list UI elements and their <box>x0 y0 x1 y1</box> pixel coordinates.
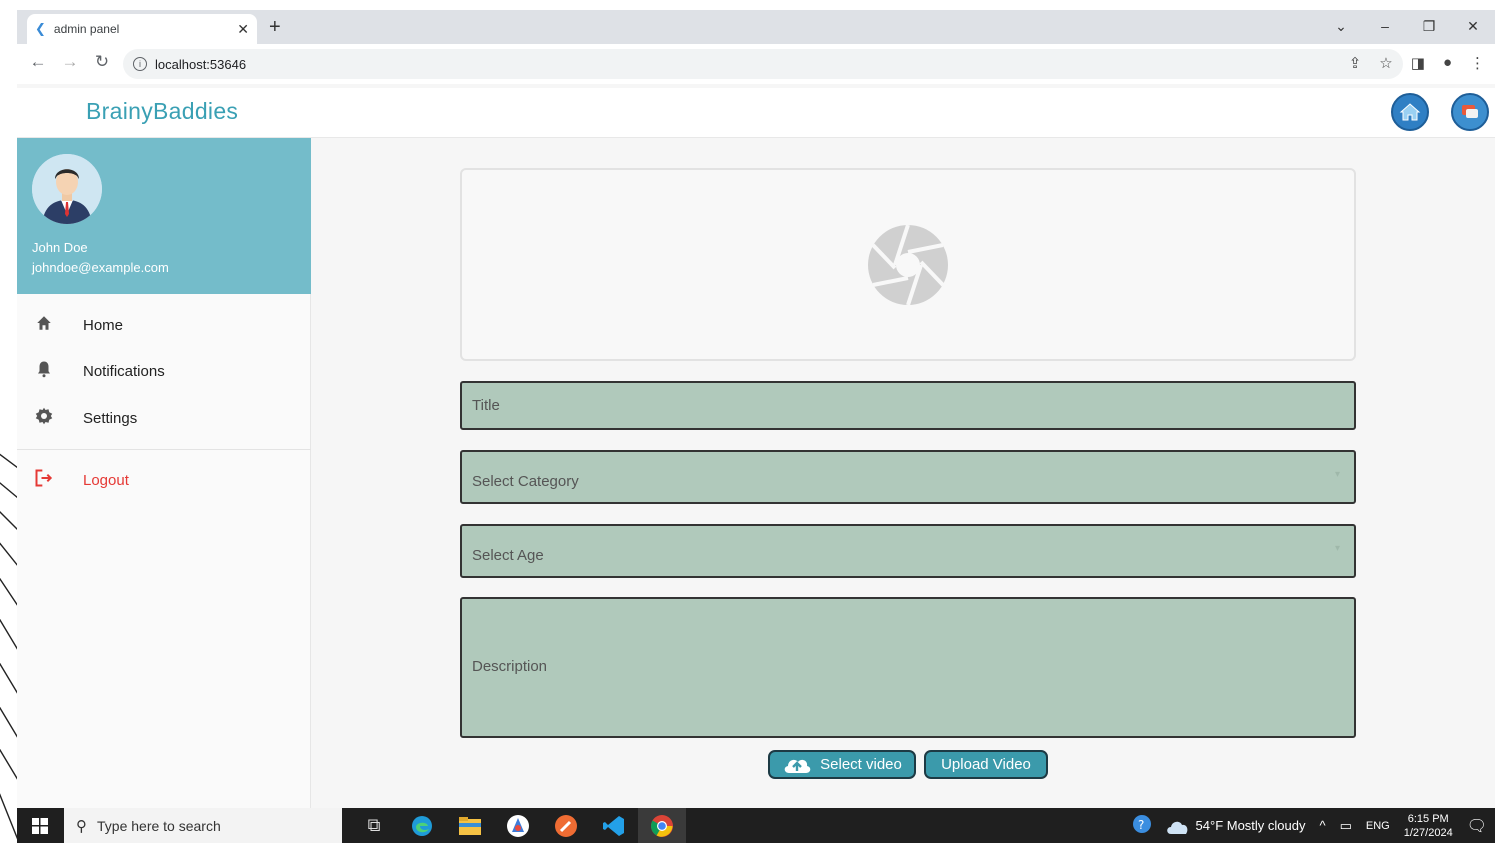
sidebar-item-label: Home <box>83 316 124 334</box>
home-button[interactable] <box>1391 93 1429 131</box>
task-view-icon[interactable]: ⧉ <box>350 808 398 843</box>
start-button[interactable] <box>17 808 63 843</box>
age-placeholder: Select Age <box>472 547 544 564</box>
clock-date: 1/27/2024 <box>1403 826 1453 839</box>
select-video-button[interactable]: Select video <box>768 750 916 779</box>
brand-title: BrainyBaddies <box>86 98 239 124</box>
edge-icon[interactable] <box>398 808 446 843</box>
minimize-button[interactable]: – <box>1363 14 1407 38</box>
language-indicator[interactable]: ENG <box>1366 820 1390 832</box>
sidebar-item-label: Notifications <box>83 362 165 380</box>
toolbar-icons: ⇪ ☆ ◨ ● ⋮ <box>1349 54 1485 72</box>
tray-chevron-icon[interactable]: ^ <box>1320 818 1326 833</box>
menu-kebab-icon[interactable]: ⋮ <box>1470 54 1485 72</box>
category-select[interactable]: Select Category ▾ <box>460 450 1356 504</box>
upload-video-label: Upload Video <box>941 756 1031 773</box>
home-icon <box>17 314 67 337</box>
postman-icon[interactable] <box>542 808 590 843</box>
url-bar[interactable]: i localhost:53646 <box>123 49 1403 79</box>
sidebar-user-header: John Doe johndoe@example.com <box>17 138 311 294</box>
forward-icon[interactable]: → <box>59 52 81 72</box>
flutter-favicon-icon: ❮ <box>35 21 46 36</box>
chevron-down-icon: ▾ <box>1334 543 1340 554</box>
svg-text:?: ? <box>1138 818 1144 832</box>
share-icon[interactable]: ⇪ <box>1349 54 1362 72</box>
select-video-label: Select video <box>820 756 902 773</box>
logout-label: Logout <box>83 471 129 489</box>
browser-window: ❮ admin panel ✕ + ⌄ – ❐ ✕ ← → ↻ i localh… <box>17 10 1495 843</box>
user-name: John Doe <box>32 240 88 255</box>
close-tab-icon[interactable]: ✕ <box>237 21 249 38</box>
sidebar-item-notifications[interactable]: Notifications <box>17 350 311 392</box>
tab-title: admin panel <box>53 22 120 36</box>
site-info-icon[interactable]: i <box>133 57 147 71</box>
sidebar: John Doe johndoe@example.com Home Notifi… <box>17 138 311 808</box>
taskbar-clock[interactable]: 6:15 PM 1/27/2024 <box>1404 812 1453 840</box>
chat-icon <box>1462 105 1478 118</box>
bell-icon <box>17 360 67 383</box>
sidebar-item-settings[interactable]: Settings <box>17 397 311 439</box>
battery-icon[interactable]: ▭ <box>1340 818 1352 834</box>
notification-center-icon[interactable]: 🗨 <box>1467 816 1487 836</box>
help-icon[interactable]: ? <box>1132 814 1152 837</box>
taskbar-search[interactable]: ⚲ Type here to search <box>64 808 342 843</box>
app-bar: BrainyBaddies <box>17 88 1495 138</box>
back-icon[interactable]: ← <box>27 52 49 72</box>
weather-widget[interactable]: 54°F Mostly cloudy <box>1166 817 1306 835</box>
title-placeholder: Title <box>472 397 500 414</box>
file-explorer-icon[interactable] <box>446 808 494 843</box>
browser-tab[interactable]: ❮ admin panel ✕ <box>27 14 257 44</box>
gear-icon <box>17 407 67 430</box>
bookmark-star-icon[interactable]: ☆ <box>1379 54 1392 72</box>
close-window-button[interactable]: ✕ <box>1451 14 1495 38</box>
chevron-down-icon: ▾ <box>1334 469 1340 480</box>
app-launcher-icon[interactable] <box>494 808 542 843</box>
sidebar-item-label: Settings <box>83 409 138 427</box>
address-bar-row: ← → ↻ i localhost:53646 ⇪ ☆ ◨ ● ⋮ <box>17 44 1495 84</box>
vscode-icon[interactable] <box>590 808 638 843</box>
clock-time: 6:15 PM <box>1407 812 1449 825</box>
cloud-icon <box>1166 821 1187 834</box>
search-icon: ⚲ <box>76 817 87 835</box>
title-input[interactable]: Title <box>460 381 1356 430</box>
side-panel-icon[interactable]: ◨ <box>1411 54 1425 72</box>
left-edge-decoration <box>0 440 18 843</box>
cloud-upload-icon <box>784 759 811 773</box>
sidebar-item-logout[interactable]: Logout <box>17 459 311 501</box>
nav-buttons: ← → ↻ <box>27 52 113 72</box>
upload-video-button[interactable]: Upload Video <box>924 750 1048 779</box>
home-icon <box>1399 103 1421 121</box>
description-textarea[interactable]: Description <box>460 597 1356 738</box>
logout-icon <box>17 468 67 493</box>
url-text: localhost:53646 <box>155 56 247 72</box>
sidebar-divider <box>17 449 311 450</box>
reload-icon[interactable]: ↻ <box>91 52 113 72</box>
taskbar-apps: ⧉ <box>350 808 686 843</box>
chat-button[interactable] <box>1451 93 1489 131</box>
category-placeholder: Select Category <box>472 473 579 490</box>
sidebar-item-home[interactable]: Home <box>17 304 311 346</box>
user-email: johndoe@example.com <box>32 260 169 275</box>
restore-button[interactable]: ❐ <box>1407 14 1451 38</box>
description-placeholder: Description <box>472 658 548 675</box>
profile-icon[interactable]: ● <box>1443 54 1452 72</box>
search-placeholder: Type here to search <box>97 817 221 834</box>
tab-search-icon[interactable]: ⌄ <box>1319 14 1363 38</box>
age-select[interactable]: Select Age ▾ <box>460 524 1356 578</box>
windows-logo-icon <box>32 817 48 834</box>
camera-aperture-icon <box>868 223 948 306</box>
os-taskbar: ⚲ Type here to search ⧉ ? 54°F Mostly cl… <box>17 808 1495 843</box>
chrome-icon[interactable] <box>638 808 686 843</box>
window-controls: ⌄ – ❐ ✕ <box>1319 14 1495 38</box>
tab-bar: ❮ admin panel ✕ + ⌄ – ❐ ✕ <box>17 10 1495 44</box>
new-tab-button[interactable]: + <box>269 16 281 39</box>
weather-text: 54°F Mostly cloudy <box>1195 818 1306 833</box>
user-avatar <box>32 154 102 224</box>
video-preview-box[interactable] <box>460 168 1356 361</box>
system-tray: ? 54°F Mostly cloudy ^ ▭ ENG 6:15 PM 1/2… <box>1132 808 1487 843</box>
